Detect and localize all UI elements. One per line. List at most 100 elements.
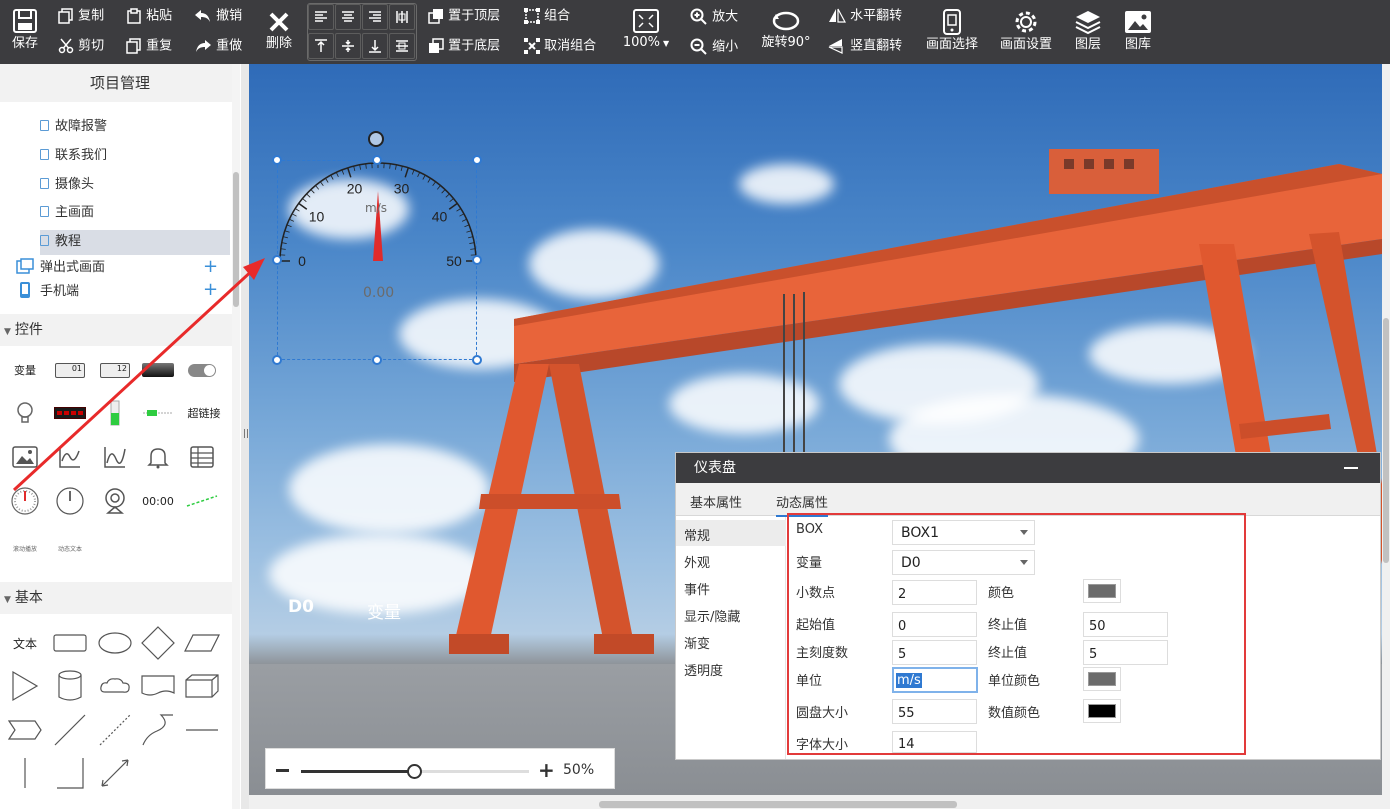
shape-triangle[interactable]: [5, 668, 45, 704]
rotate-handle-icon[interactable]: [368, 131, 384, 147]
minimize-button[interactable]: [1344, 467, 1358, 469]
control-xy-chart[interactable]: [95, 439, 135, 475]
zoom-in-button[interactable]: 放大: [690, 8, 738, 26]
control-button[interactable]: [138, 352, 178, 388]
variable-select[interactable]: D0: [892, 550, 1035, 575]
d0-label[interactable]: D0: [288, 597, 314, 617]
start-value-input[interactable]: 0: [892, 612, 977, 637]
variable-label[interactable]: 变量: [367, 598, 401, 623]
dial-size-input[interactable]: 55: [892, 699, 977, 724]
tree-item-fault-alarm[interactable]: 故障报警: [40, 117, 230, 137]
paste-button[interactable]: 粘贴: [126, 8, 172, 25]
shape-text[interactable]: 文本: [5, 625, 45, 661]
control-clock-gauge[interactable]: [50, 483, 90, 519]
value-color-picker[interactable]: [1083, 699, 1121, 723]
box-select[interactable]: BOX1: [892, 520, 1035, 545]
distribute-h-button[interactable]: [389, 4, 415, 30]
zoom-minus-button[interactable]: [276, 769, 289, 772]
distribute-v-button[interactable]: [389, 33, 415, 59]
shape-document[interactable]: [138, 668, 178, 704]
undo-button[interactable]: 撤销: [194, 8, 242, 25]
align-top-button[interactable]: [308, 33, 334, 59]
add-popup-icon[interactable]: +: [203, 258, 218, 276]
shape-chevron[interactable]: [5, 712, 45, 748]
font-size-input[interactable]: 14: [892, 731, 977, 753]
control-table[interactable]: [182, 439, 222, 475]
zoom-level-dropdown[interactable]: 100% ▼: [620, 9, 672, 52]
ungroup-button[interactable]: 取消组合: [524, 38, 596, 55]
cut-button[interactable]: 剪切: [58, 38, 104, 55]
tree-item-camera[interactable]: 摄像头: [40, 175, 230, 195]
nav-visibility[interactable]: 显示/隐藏: [684, 606, 740, 625]
nav-gradient[interactable]: 渐变: [684, 633, 710, 652]
shape-vertical-line[interactable]: [5, 755, 45, 791]
control-hyperlink[interactable]: 超链接: [182, 395, 226, 431]
group-button[interactable]: 组合: [524, 8, 570, 25]
tab-basic-properties[interactable]: 基本属性: [690, 492, 742, 511]
resize-handle[interactable]: [272, 155, 282, 165]
end-value-input[interactable]: 50: [1083, 612, 1168, 637]
redo-button[interactable]: 重做: [194, 38, 242, 55]
basic-section-header[interactable]: ▼ 基本: [0, 582, 232, 614]
flip-horizontal-button[interactable]: 水平翻转: [828, 8, 902, 25]
tree-item-popup-screens[interactable]: 弹出式画面: [16, 258, 105, 278]
align-right-button[interactable]: [362, 4, 388, 30]
control-numeric-input[interactable]: 12: [95, 352, 135, 388]
resize-handle[interactable]: [272, 255, 282, 265]
shape-dotted-line[interactable]: [95, 712, 135, 748]
shape-parallelogram[interactable]: [182, 625, 222, 661]
control-variable[interactable]: 变量: [5, 352, 45, 388]
control-scroll-play[interactable]: 滚动播放: [5, 530, 45, 566]
shape-diamond[interactable]: [138, 625, 178, 661]
nav-opacity[interactable]: 透明度: [684, 660, 723, 679]
control-numeric-display[interactable]: 01: [50, 352, 90, 388]
tree-item-mobile[interactable]: 手机端: [16, 281, 79, 302]
unit-input[interactable]: m/s: [892, 667, 978, 693]
control-alarm[interactable]: [138, 439, 178, 475]
save-button[interactable]: 保存: [7, 8, 43, 52]
control-gauge[interactable]: [5, 483, 45, 519]
shape-double-arrow[interactable]: [95, 755, 135, 791]
control-lamp[interactable]: [5, 395, 45, 431]
align-center-button[interactable]: [335, 4, 361, 30]
gallery-button[interactable]: 图库: [1120, 9, 1156, 53]
align-bottom-button[interactable]: [362, 33, 388, 59]
unit-color-picker[interactable]: [1083, 667, 1121, 691]
zoom-out-button[interactable]: 缩小: [690, 38, 738, 56]
end-value-2-input[interactable]: 5: [1083, 640, 1168, 665]
rotate-button[interactable]: 旋转90°: [758, 9, 814, 51]
tree-item-main-screen[interactable]: 主画面: [40, 203, 230, 223]
major-ticks-input[interactable]: 5: [892, 640, 977, 665]
shape-rectangle[interactable]: [50, 625, 90, 661]
resize-handle[interactable]: [472, 155, 482, 165]
copy-button[interactable]: 复制: [58, 8, 104, 25]
control-clock[interactable]: 00:00: [138, 483, 178, 519]
align-left-button[interactable]: [308, 4, 334, 30]
gauge-widget[interactable]: 0 10 20 30 40 50 m/s 0.00: [277, 160, 477, 360]
left-panel-scroll-thumb[interactable]: [233, 172, 239, 307]
panel-splitter[interactable]: ||: [241, 64, 249, 809]
zoom-plus-button[interactable]: +: [538, 760, 555, 780]
tree-item-tutorial[interactable]: 教程: [40, 230, 230, 255]
align-middle-button[interactable]: [335, 33, 361, 59]
control-trend-chart[interactable]: [50, 439, 90, 475]
resize-handle[interactable]: [472, 355, 482, 365]
control-dynamic-text[interactable]: 动态文本: [50, 530, 90, 566]
bring-to-top-button[interactable]: 置于顶层: [428, 8, 500, 25]
add-mobile-icon[interactable]: +: [203, 281, 218, 299]
shape-ellipse[interactable]: [95, 625, 135, 661]
delete-button[interactable]: 删除: [262, 10, 296, 52]
canvas-horizontal-scroll-thumb[interactable]: [599, 801, 957, 808]
resize-handle[interactable]: [372, 355, 382, 365]
shape-cloud[interactable]: [95, 668, 135, 704]
screen-select-button[interactable]: 画面选择: [922, 9, 982, 53]
resize-handle[interactable]: [272, 355, 282, 365]
control-bar-graph[interactable]: [95, 395, 135, 431]
canvas-vertical-scroll-thumb[interactable]: [1383, 318, 1389, 563]
resize-handle[interactable]: [372, 155, 382, 165]
zoom-slider-thumb[interactable]: [407, 764, 422, 779]
shape-cylinder[interactable]: [50, 668, 90, 704]
resize-handle[interactable]: [472, 255, 482, 265]
color-picker[interactable]: [1083, 579, 1121, 603]
control-camera[interactable]: [95, 483, 135, 519]
